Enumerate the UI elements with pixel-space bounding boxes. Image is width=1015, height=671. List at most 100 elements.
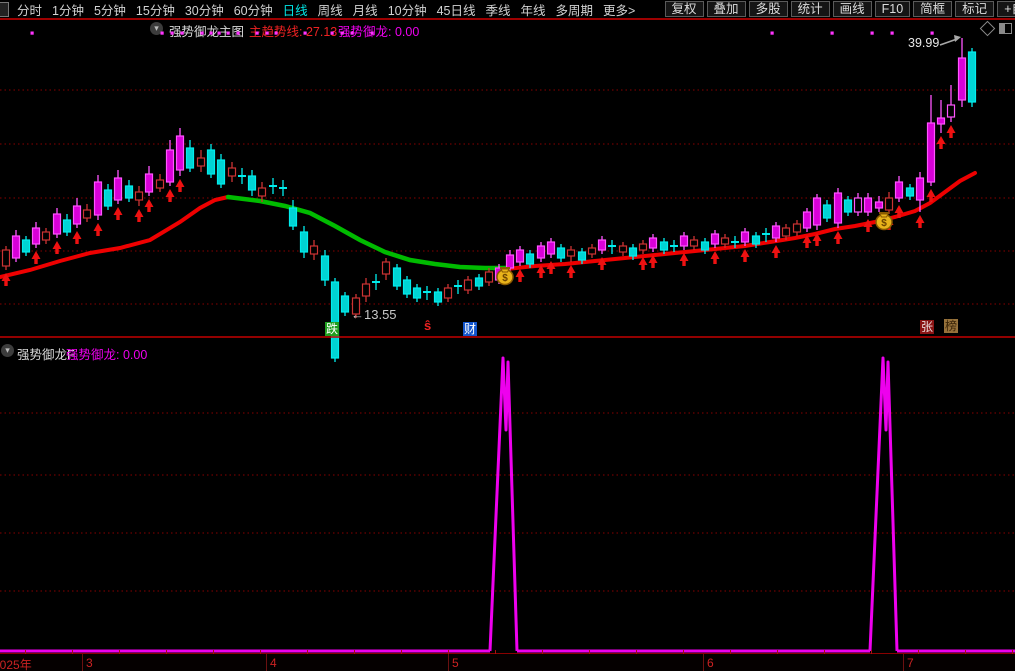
buy-arrow-icon — [569, 273, 572, 278]
buy-arrow-icon — [949, 133, 952, 138]
price-chart-svg: $$ — [0, 0, 1015, 671]
candle-body — [301, 232, 308, 252]
time-axis[interactable]: 2025年 34567 — [0, 653, 1015, 671]
candle-body — [548, 242, 555, 254]
candle-body — [917, 178, 924, 200]
buy-arrow-icon — [895, 205, 904, 213]
buy-arrow-icon — [135, 209, 144, 217]
signal-dot — [771, 32, 774, 35]
low-price-annotation: ←13.55 — [351, 307, 397, 322]
candle-body — [157, 180, 164, 188]
candle-body — [187, 148, 194, 168]
buy-arrow-icon — [114, 207, 123, 215]
marker-zhang-chip[interactable]: 张 — [920, 320, 934, 334]
signal-dot — [181, 32, 184, 35]
candle-body — [558, 248, 565, 258]
buy-arrow-icon — [743, 257, 746, 262]
axis-tick — [166, 650, 167, 654]
candle-body — [177, 136, 184, 170]
marker-wealth-chip[interactable]: 财 — [463, 322, 477, 336]
candle-body — [886, 198, 893, 210]
candle-body — [198, 158, 205, 166]
candle-body — [126, 186, 133, 198]
buy-arrow-icon — [116, 215, 119, 220]
trading-app-window: 分时1分钟5分钟15分钟30分钟60分钟日线周线月线10分钟45日线季线年线多周… — [0, 0, 1015, 671]
axis-tick — [965, 650, 966, 654]
signal-dot — [171, 32, 174, 35]
axis-month-label: 5 — [452, 656, 459, 670]
marker-s-icon[interactable]: ŝ — [423, 319, 432, 333]
axis-tick — [777, 650, 778, 654]
buy-arrow-icon — [94, 223, 103, 231]
axis-month-label: 4 — [270, 656, 277, 670]
buy-arrow-icon — [55, 249, 58, 254]
candle-body — [640, 244, 647, 250]
candle-body — [290, 208, 297, 226]
buy-arrow-icon — [137, 217, 140, 222]
candle-body — [465, 280, 472, 290]
candle-body — [74, 206, 81, 224]
candle-body — [229, 168, 236, 176]
axis-tick — [1012, 650, 1013, 654]
candle-body — [23, 240, 30, 252]
buy-arrow-icon — [866, 227, 869, 232]
signal-dot — [871, 32, 874, 35]
sub-indicator-value: 强势御龙: 0.00 — [66, 344, 147, 363]
candle-body — [722, 238, 729, 244]
buy-arrow-icon — [927, 189, 936, 197]
buy-arrow-icon — [96, 231, 99, 236]
axis-month-label: 3 — [86, 656, 93, 670]
candle-body — [136, 192, 143, 200]
candle-body — [959, 58, 966, 100]
candle-body — [681, 236, 688, 246]
candle-body — [896, 182, 903, 198]
candle-body — [661, 242, 668, 250]
candle-body — [445, 288, 452, 298]
trend-line-green — [228, 197, 507, 268]
candle-body — [814, 198, 821, 225]
buy-arrow-icon — [772, 245, 781, 253]
buy-arrow-icon — [711, 251, 720, 259]
buy-arrow-icon — [145, 199, 154, 207]
sub-panel-chevron-icon[interactable]: ▾ — [1, 344, 14, 357]
candle-body — [928, 123, 935, 182]
axis-tick — [307, 650, 308, 654]
axis-month-label: 6 — [707, 656, 714, 670]
buy-arrow-icon — [539, 273, 542, 278]
candle-body — [845, 200, 852, 212]
buy-arrow-icon — [518, 277, 521, 282]
signal-dot — [331, 32, 334, 35]
candle-body — [620, 246, 627, 252]
candle-body — [650, 238, 657, 248]
signal-dot — [227, 32, 230, 35]
candle-body — [938, 118, 945, 124]
axis-separator — [448, 654, 449, 671]
candle-body — [855, 198, 862, 212]
money-bag-dollar: $ — [881, 218, 887, 229]
signal-dot — [371, 32, 374, 35]
buy-arrow-icon — [549, 269, 552, 274]
marker-bang-chip[interactable]: 榜 — [944, 319, 958, 333]
candle-body — [342, 296, 349, 312]
buy-arrow-icon — [641, 265, 644, 270]
buy-arrow-icon — [741, 249, 750, 257]
signal-dot — [256, 32, 259, 35]
candle-body — [414, 288, 421, 298]
signal-dot — [831, 32, 834, 35]
buy-arrow-icon — [713, 259, 716, 264]
axis-year-label: 2025年 — [0, 656, 32, 671]
candle-body — [773, 226, 780, 238]
signal-dot — [31, 32, 34, 35]
axis-tick — [448, 650, 449, 654]
buy-arrow-icon — [147, 207, 150, 212]
axis-tick — [871, 650, 872, 654]
signal-spike — [870, 358, 897, 651]
signal-dot — [891, 32, 894, 35]
candle-body — [33, 228, 40, 244]
candle-body — [54, 214, 61, 234]
signal-dot — [210, 32, 213, 35]
candle-body — [64, 220, 71, 232]
marker-down-chip[interactable]: 跌 — [325, 322, 339, 336]
high-price-annotation: 39.99 — [908, 36, 939, 50]
buy-arrow-icon — [178, 187, 181, 192]
